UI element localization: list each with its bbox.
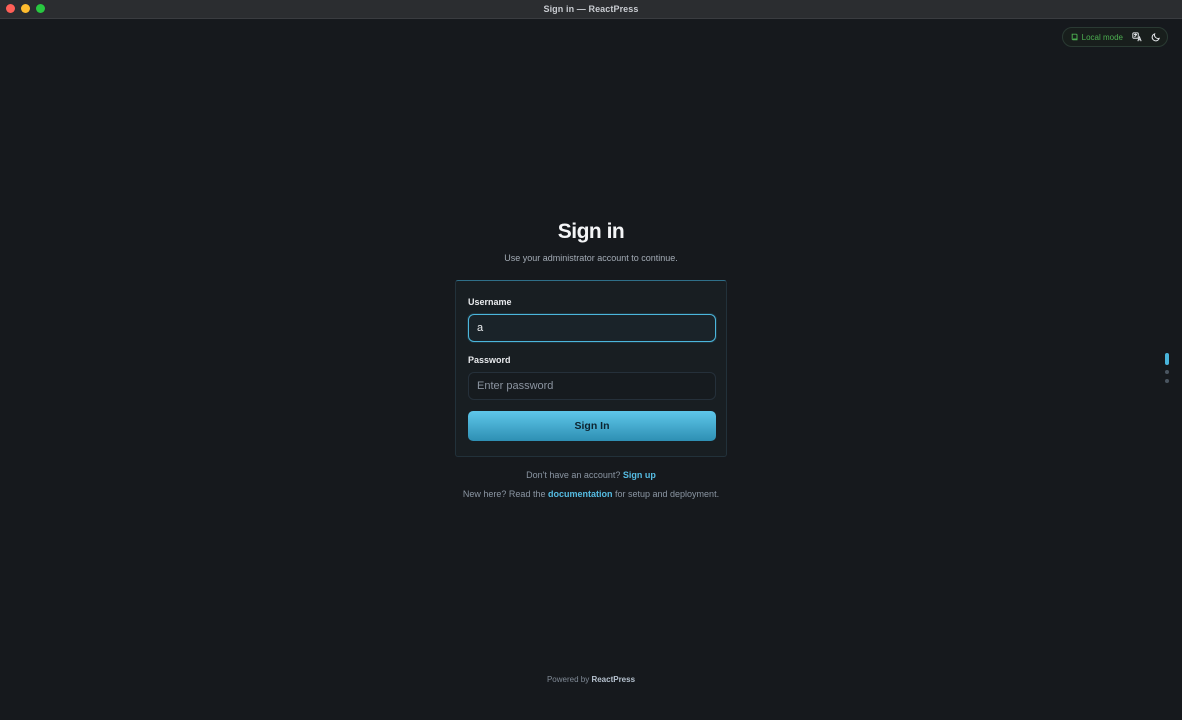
- signin-card: Username Password Sign In: [455, 280, 727, 457]
- documentation-link[interactable]: documentation: [548, 489, 613, 499]
- local-mode-badge: Local mode: [1071, 33, 1123, 42]
- page-subtitle: Use your administrator account to contin…: [504, 253, 678, 263]
- zoom-window-button[interactable]: [36, 4, 45, 13]
- username-input[interactable]: [468, 314, 716, 342]
- docs-prompt: New here? Read the documentation for set…: [0, 489, 1182, 499]
- scroll-indicator-active[interactable]: [1165, 353, 1169, 365]
- top-controls: Local mode: [1061, 27, 1168, 47]
- scroll-indicator-dot[interactable]: [1165, 370, 1169, 374]
- signup-prompt-text: Don't have an account?: [526, 470, 621, 480]
- minimize-window-button[interactable]: [21, 4, 30, 13]
- powered-by: Powered by ReactPress: [0, 675, 1182, 684]
- scroll-indicator-dot[interactable]: [1165, 379, 1169, 383]
- powered-brand: ReactPress: [591, 675, 636, 684]
- docs-prefix-text: New here? Read the: [462, 489, 546, 499]
- window-controls: [6, 4, 45, 13]
- local-mode-label: Local mode: [1081, 32, 1123, 42]
- close-window-button[interactable]: [6, 4, 15, 13]
- signup-prompt: Don't have an account? Sign up: [0, 470, 1182, 480]
- signup-link[interactable]: Sign up: [623, 470, 656, 480]
- page-title: Sign in: [557, 220, 625, 243]
- password-input[interactable]: [468, 372, 716, 400]
- signin-button[interactable]: Sign In: [468, 411, 716, 441]
- powered-prefix: Powered by: [546, 675, 590, 684]
- moon-icon[interactable]: [1150, 32, 1161, 43]
- book-icon: [1071, 33, 1078, 41]
- password-label: Password: [468, 355, 511, 365]
- docs-suffix-text: for setup and deployment.: [615, 489, 720, 499]
- window-title: Sign in — ReactPress: [543, 4, 639, 14]
- title-bar: Sign in — ReactPress: [0, 0, 1182, 19]
- translate-icon[interactable]: [1131, 32, 1142, 43]
- side-scroll-indicator: [1165, 353, 1169, 383]
- app-window: Sign in — ReactPress Local mode Sign in …: [0, 0, 1182, 720]
- username-label: Username: [468, 297, 512, 307]
